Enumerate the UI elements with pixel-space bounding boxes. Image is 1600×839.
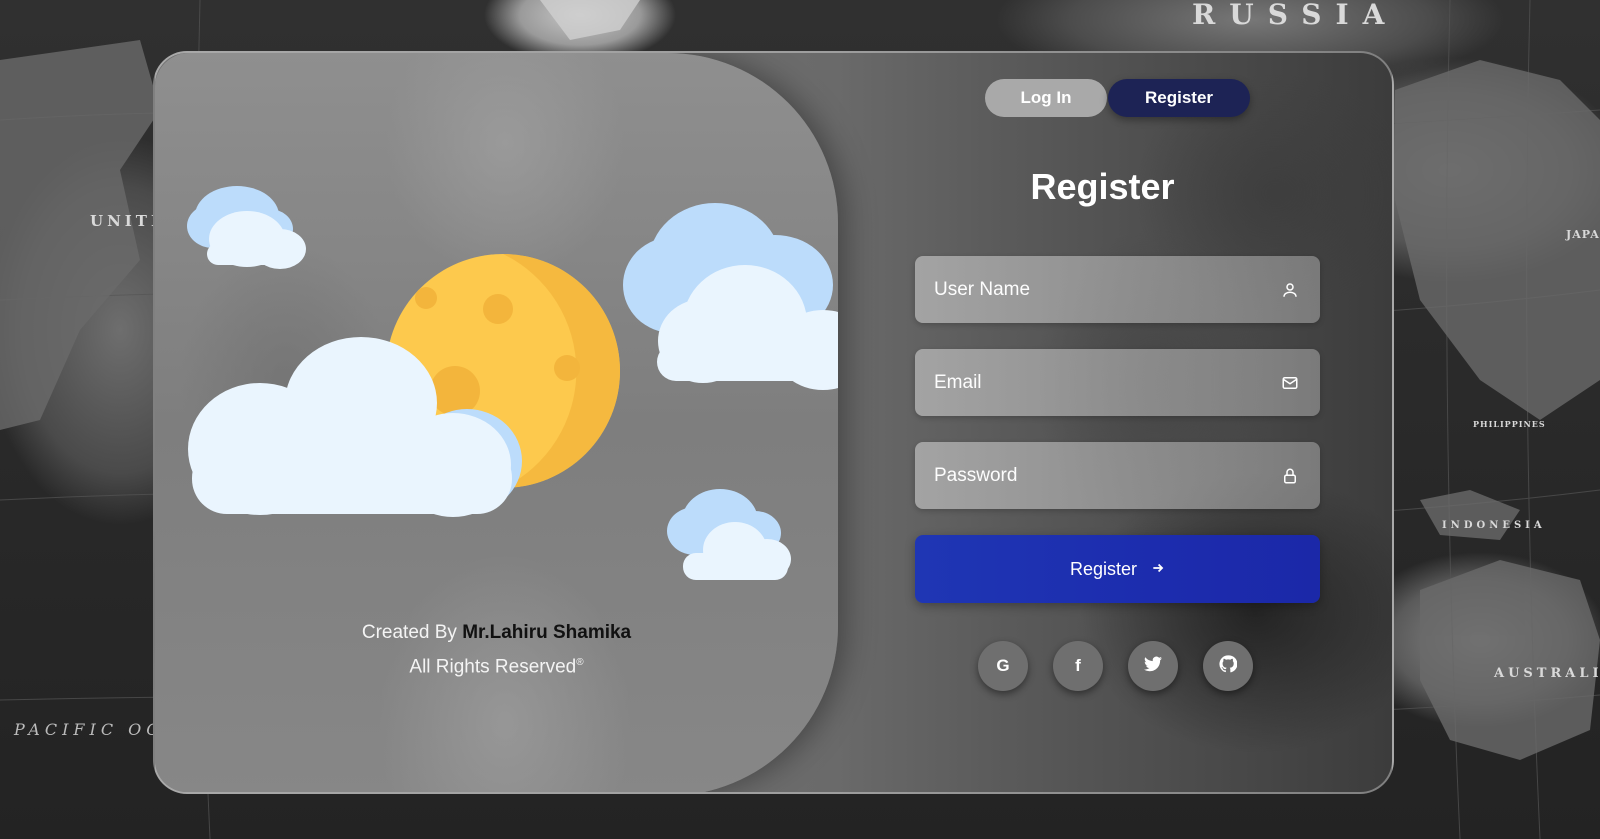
credits-line-1: Created By Mr.Lahiru Shamika: [155, 618, 838, 648]
user-icon: [1280, 280, 1300, 300]
tab-register[interactable]: Register: [1108, 79, 1250, 117]
facebook-icon: f: [1075, 656, 1081, 675]
lock-icon: [1280, 466, 1300, 486]
small-cloud-bottom-right: [667, 489, 791, 580]
github-icon: [1219, 654, 1238, 678]
email-input[interactable]: [934, 371, 1280, 394]
arrow-right-icon: [1151, 559, 1165, 580]
auth-card: Created By Mr.Lahiru Shamika All Rights …: [153, 51, 1394, 794]
form-title: Register: [1030, 166, 1175, 207]
credits-prefix: Created By: [361, 622, 457, 643]
map-label-australia: AUSTRALIA: [1494, 666, 1600, 681]
credits: Created By Mr.Lahiru Shamika All Rights …: [155, 618, 838, 682]
username-input[interactable]: [934, 278, 1280, 301]
twitter-login-button[interactable]: [1128, 641, 1178, 691]
map-label-pacific: PACIFIC OC: [14, 720, 164, 739]
rights-text: All Rights Reserved: [409, 656, 577, 678]
github-login-button[interactable]: [1203, 641, 1253, 691]
auth-tabs: Log In Register: [985, 79, 1250, 117]
map-label-japan: JAPAN: [1566, 228, 1600, 241]
google-login-button[interactable]: G: [978, 641, 1028, 691]
google-icon: G: [996, 656, 1010, 675]
small-cloud-top-left: [187, 186, 306, 269]
password-input[interactable]: [934, 464, 1280, 487]
register-submit-button[interactable]: Register: [915, 535, 1320, 603]
map-label-philippines: PHILIPPINES: [1473, 419, 1546, 429]
map-label-russia: RUSSIA: [1192, 0, 1399, 31]
email-field: [915, 349, 1320, 416]
map-label-indonesia: INDONESIA: [1442, 520, 1546, 531]
tab-login[interactable]: Log In: [985, 79, 1107, 117]
medium-cloud-right: [623, 203, 838, 390]
registered-mark: ®: [576, 657, 584, 668]
credits-line-2: All Rights Reserved®: [155, 648, 838, 682]
social-login-buttons: G f: [978, 641, 1253, 691]
username-field: [915, 256, 1320, 323]
register-submit-label: Register: [1069, 558, 1138, 579]
credits-author: Mr.Lahiru Shamika: [462, 622, 632, 643]
password-field: [915, 442, 1320, 509]
facebook-login-button[interactable]: f: [1053, 641, 1103, 691]
illustration-panel: Created By Mr.Lahiru Shamika All Rights …: [155, 53, 838, 792]
mail-icon: [1280, 373, 1300, 393]
twitter-icon: [1144, 656, 1162, 677]
weather-illustration: [187, 186, 838, 580]
